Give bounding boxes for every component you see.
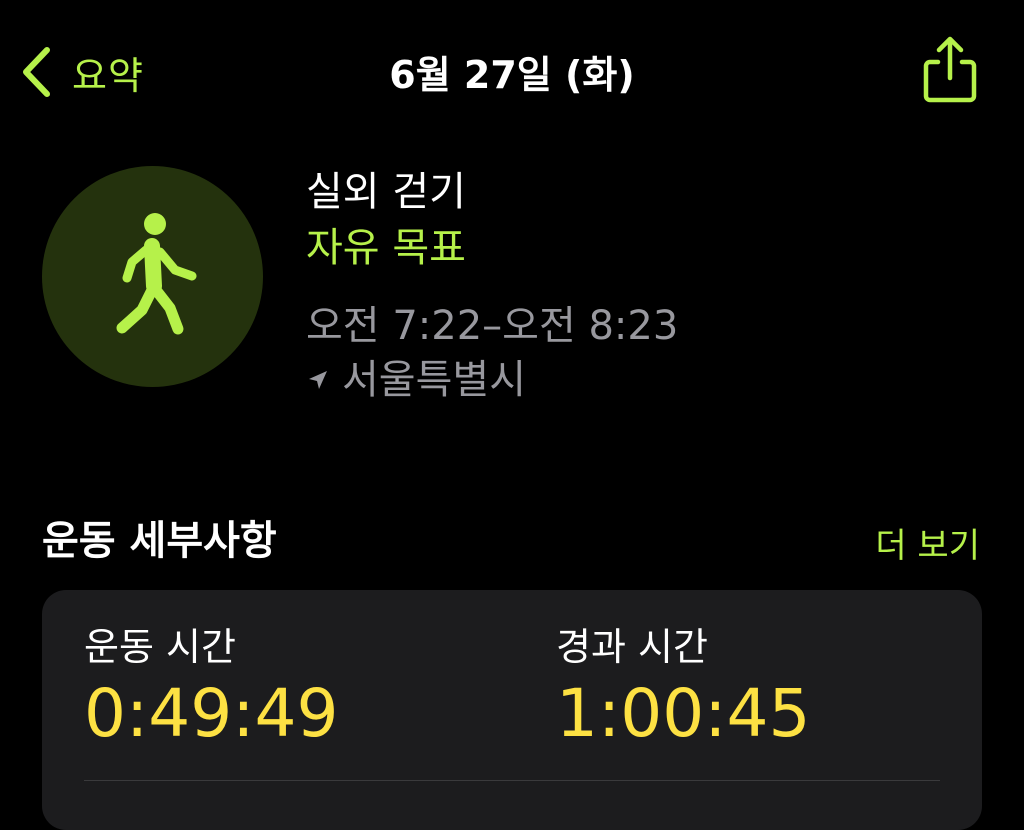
divider (84, 780, 940, 781)
workout-location-label: 서울특별시 (342, 357, 526, 403)
share-icon (918, 36, 982, 108)
metric-label: 운동 시간 (84, 625, 236, 669)
workout-name: 실외 걷기 (306, 169, 466, 215)
workout-details-card: 운동 시간 0:49:49 경과 시간 1:00:45 (42, 590, 982, 830)
workout-goal: 자유 목표 (306, 225, 466, 271)
show-more-link[interactable]: 더 보기 (875, 518, 980, 567)
workout-info: 실외 걷기 자유 목표 오전 7:22–오전 8:23 서울특별시 (306, 164, 926, 406)
workout-time-range: 오전 7:22–오전 8:23 (306, 303, 679, 349)
metric-value: 1:00:45 (556, 675, 811, 752)
location-arrow-icon (306, 368, 342, 392)
workout-location: 서울특별시 (306, 354, 926, 406)
metric-workout-time: 운동 시간 0:49:49 (84, 622, 338, 750)
workout-type-badge (42, 166, 263, 387)
share-button[interactable] (918, 34, 982, 104)
metric-elapsed-time: 경과 시간 1:00:45 (556, 622, 810, 750)
section-title-workout-details: 운동 세부사항 (42, 518, 277, 564)
metric-value: 0:49:49 (84, 675, 339, 752)
metric-label: 경과 시간 (556, 625, 708, 669)
page-title: 6월 27일 (화) (389, 53, 635, 97)
navigation-bar: 요약 6월 27일 (화) (0, 0, 1024, 140)
